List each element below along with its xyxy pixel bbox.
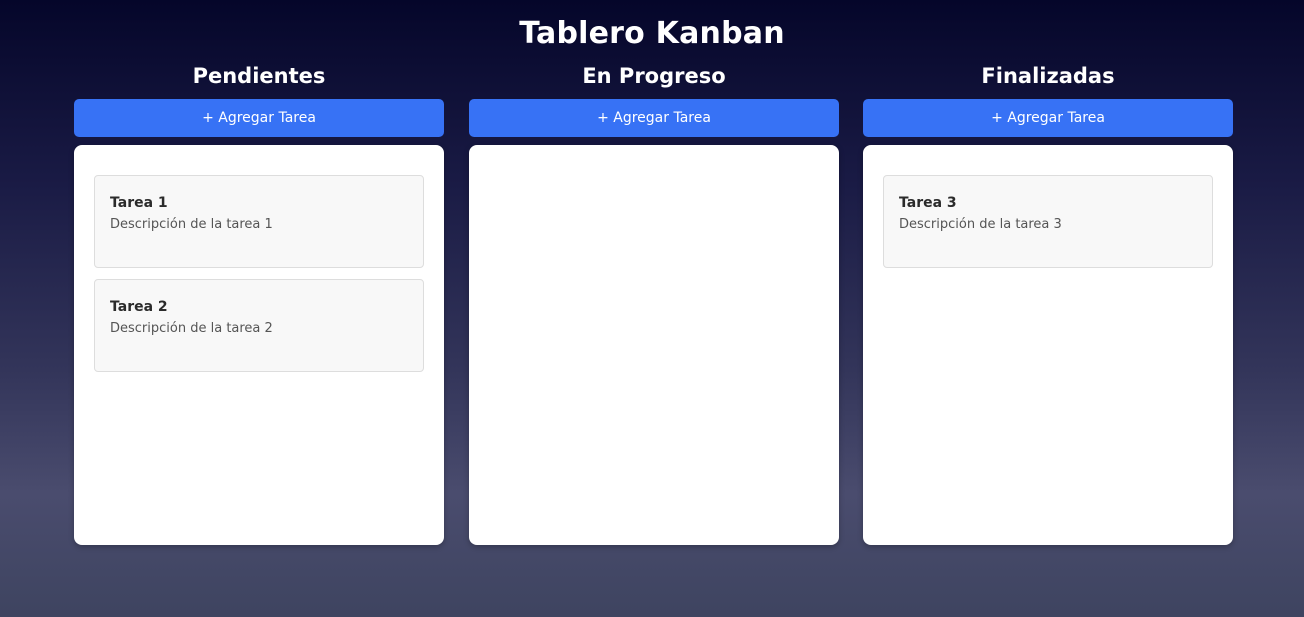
task-card[interactable]: Tarea 2 Descripción de la tarea 2	[94, 279, 424, 372]
add-task-button[interactable]: + Agregar Tarea	[469, 99, 839, 137]
task-title: Tarea 1	[110, 195, 168, 211]
board-title: Tablero Kanban	[519, 16, 785, 51]
add-task-button[interactable]: + Agregar Tarea	[74, 99, 444, 137]
column-finalizadas: Finalizadas + Agregar Tarea Tarea 3 Desc…	[863, 60, 1233, 545]
task-description: Descripción de la tarea 2	[110, 321, 273, 336]
task-description: Descripción de la tarea 1	[110, 217, 273, 232]
task-title: Tarea 2	[110, 299, 168, 315]
column-dropzone[interactable]	[469, 145, 839, 545]
task-card[interactable]: Tarea 1 Descripción de la tarea 1	[94, 175, 424, 268]
column-dropzone[interactable]: Tarea 3 Descripción de la tarea 3	[863, 145, 1233, 545]
task-card[interactable]: Tarea 3 Descripción de la tarea 3	[883, 175, 1213, 268]
task-title: Tarea 3	[899, 195, 957, 211]
column-title: Finalizadas	[981, 64, 1115, 88]
column-en-progreso: En Progreso + Agregar Tarea	[469, 60, 839, 545]
column-title: En Progreso	[582, 64, 726, 88]
column-pendientes: Pendientes + Agregar Tarea Tarea 1 Descr…	[74, 60, 444, 545]
column-dropzone[interactable]: Tarea 1 Descripción de la tarea 1 Tarea …	[74, 145, 444, 545]
add-task-button[interactable]: + Agregar Tarea	[863, 99, 1233, 137]
task-description: Descripción de la tarea 3	[899, 217, 1062, 232]
column-title: Pendientes	[192, 64, 326, 88]
